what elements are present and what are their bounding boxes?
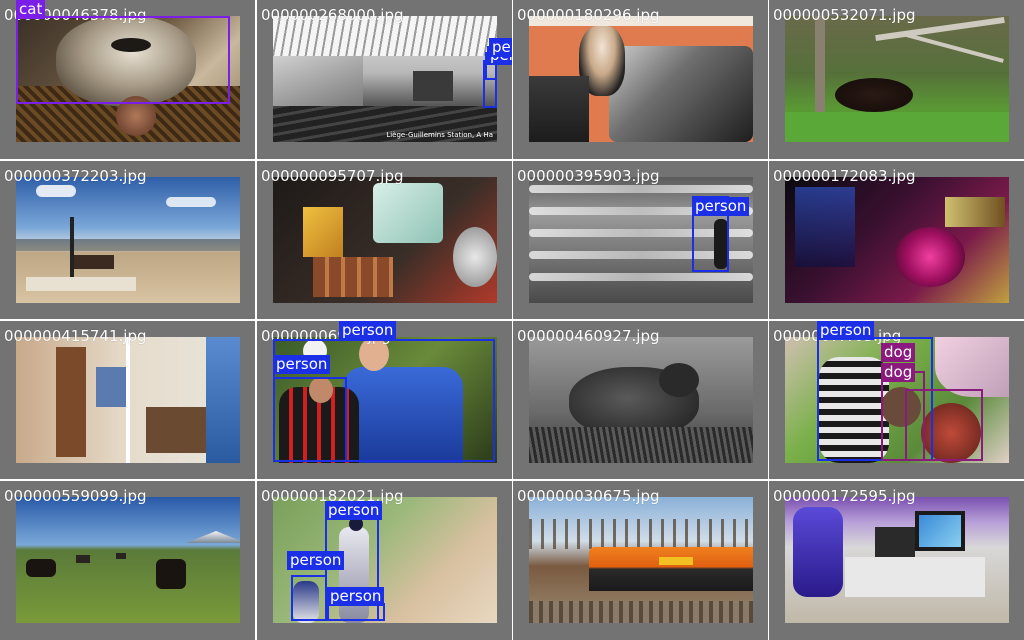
train-front bbox=[413, 71, 453, 101]
filename-label: 000000395903.jpg bbox=[517, 167, 660, 185]
tile-photo bbox=[16, 497, 240, 623]
image-tile[interactable]: 000000182021.jpg person person person bbox=[257, 481, 512, 640]
neon-ring bbox=[895, 227, 965, 287]
platform bbox=[26, 277, 136, 291]
tile-photo bbox=[16, 177, 240, 303]
rails bbox=[529, 601, 753, 623]
detection-label: cat bbox=[16, 0, 46, 19]
umbrella bbox=[935, 337, 1009, 397]
bench bbox=[74, 255, 114, 269]
cow-2 bbox=[26, 559, 56, 577]
detection-label: person bbox=[489, 38, 512, 57]
image-tile[interactable]: 000000460927.jpg bbox=[513, 321, 768, 479]
image-tile[interactable]: 000000415741.jpg bbox=[0, 321, 255, 479]
filename-label: 000000532071.jpg bbox=[773, 6, 916, 24]
wave bbox=[529, 185, 753, 193]
image-tile[interactable]: Liège-Guillemins Station, A Ha 0000002680… bbox=[257, 0, 512, 159]
tile-photo bbox=[785, 16, 1009, 142]
photo-caption: Liège-Guillemins Station, A Ha bbox=[386, 131, 493, 139]
detection-label: dog bbox=[881, 363, 916, 382]
filename-label: 000000460927.jpg bbox=[517, 327, 660, 345]
detection-label: person bbox=[692, 197, 750, 216]
monitor-2 bbox=[875, 527, 915, 557]
window bbox=[206, 337, 240, 463]
door-frame bbox=[126, 337, 130, 463]
detection-label: person bbox=[817, 321, 875, 340]
jar bbox=[453, 227, 497, 287]
filename-label: 000000030675.jpg bbox=[517, 487, 660, 505]
locomotive bbox=[589, 547, 753, 591]
wave bbox=[529, 273, 753, 281]
cow-4 bbox=[116, 553, 126, 559]
tile-photo bbox=[785, 497, 1009, 623]
filename-label: 000000172083.jpg bbox=[773, 167, 916, 185]
suitcase bbox=[609, 46, 753, 142]
image-tile[interactable]: 000000559099.jpg bbox=[0, 481, 255, 640]
image-tile[interactable]: 000000532071.jpg bbox=[769, 0, 1024, 159]
image-tile[interactable]: 000000172083.jpg bbox=[769, 161, 1024, 319]
tile-photo bbox=[529, 16, 753, 142]
grass bbox=[785, 112, 1009, 142]
door bbox=[56, 347, 86, 457]
image-tile[interactable]: 000000372203.jpg bbox=[0, 161, 255, 319]
detection-label: person bbox=[273, 355, 331, 374]
filename-label: 000000415741.jpg bbox=[4, 327, 147, 345]
grass bbox=[529, 427, 753, 463]
cake-box bbox=[373, 183, 443, 243]
tile-photo bbox=[529, 497, 753, 623]
tile-photo: Liège-Guillemins Station, A Ha bbox=[273, 16, 497, 142]
detection-label: person bbox=[339, 321, 397, 340]
furniture bbox=[146, 407, 206, 453]
bear bbox=[835, 78, 913, 112]
screen bbox=[919, 515, 961, 547]
filename-label: 000000268000.jpg bbox=[261, 6, 404, 24]
image-tile[interactable]: 000000180296.jpg bbox=[513, 0, 768, 159]
image-tile[interactable]: 000000069??.jpg person person bbox=[257, 321, 512, 479]
tile-photo bbox=[529, 337, 753, 463]
filename-label: 000000559099.jpg bbox=[4, 487, 147, 505]
tile-photo bbox=[273, 177, 497, 303]
image-tile[interactable]: 000000172595.jpg bbox=[769, 481, 1024, 640]
cloud bbox=[36, 185, 76, 197]
trees bbox=[529, 519, 753, 549]
platform-stairs bbox=[273, 56, 363, 106]
cloud-2 bbox=[166, 197, 216, 207]
bag bbox=[529, 76, 589, 142]
filename-label: 000000095707.jpg bbox=[261, 167, 404, 185]
image-tile[interactable]: 000000???05.jpgpersondogdog bbox=[769, 321, 1024, 479]
room-glimpse bbox=[96, 367, 126, 407]
office-chair bbox=[793, 507, 843, 597]
detection-label: person bbox=[287, 551, 345, 570]
image-grid: 000000046378.jpg cat Liège-Guillemins Stat… bbox=[0, 0, 1024, 640]
gold-trim bbox=[945, 197, 1005, 227]
bear-head bbox=[659, 363, 699, 397]
branch-2 bbox=[906, 33, 1004, 63]
detection-box bbox=[291, 575, 327, 621]
detection-label: person bbox=[325, 501, 383, 520]
neon-panel bbox=[795, 187, 855, 267]
image-tile[interactable]: 000000030675.jpg bbox=[513, 481, 768, 640]
detection-box bbox=[273, 377, 347, 462]
detection-box bbox=[16, 16, 230, 104]
image-tile[interactable]: 000000095707.jpg bbox=[257, 161, 512, 319]
cow-3 bbox=[76, 555, 90, 563]
cow-1 bbox=[156, 559, 186, 589]
image-tile[interactable]: 000000395903.jpg person bbox=[513, 161, 768, 319]
bread-bars bbox=[313, 257, 393, 297]
detection-label: dog bbox=[881, 343, 916, 362]
detection-box bbox=[881, 371, 925, 461]
image-tile[interactable]: 000000046378.jpg cat bbox=[0, 0, 255, 159]
bnsf-logo bbox=[659, 557, 693, 565]
volcano bbox=[186, 531, 240, 543]
mountains bbox=[16, 239, 240, 251]
filename-label: 000000372203.jpg bbox=[4, 167, 147, 185]
tile-photo bbox=[785, 177, 1009, 303]
filename-label: 000000180296.jpg bbox=[517, 6, 660, 24]
cheese bbox=[303, 207, 343, 257]
tile-photo bbox=[16, 337, 240, 463]
filename-label: 000000172595.jpg bbox=[773, 487, 916, 505]
detection-label: person bbox=[327, 587, 385, 606]
desk bbox=[845, 557, 985, 597]
